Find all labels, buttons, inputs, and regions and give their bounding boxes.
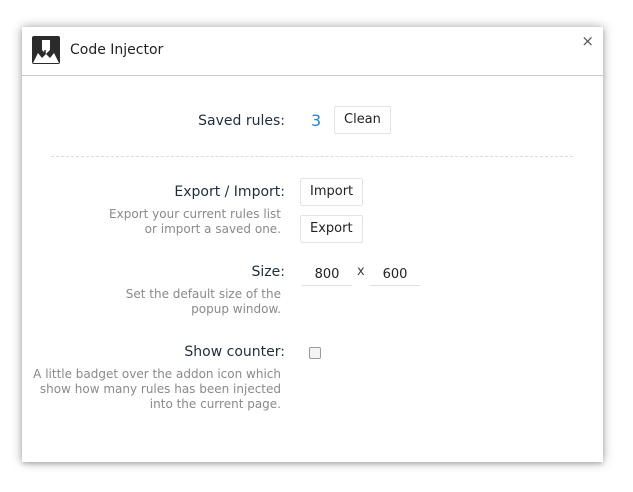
size-help: Set the default size of the popup window… bbox=[126, 287, 281, 317]
saved-rules-label: Saved rules: bbox=[198, 113, 285, 129]
section-divider bbox=[51, 156, 573, 157]
code-injector-logo-icon bbox=[32, 36, 60, 64]
size-separator: x bbox=[357, 264, 365, 279]
show-counter-help-line: show how many rules has been injected bbox=[39, 382, 281, 396]
settings-dialog: Code Injector × Saved rules: 3 Clean Exp… bbox=[22, 27, 603, 462]
show-counter-help-line: A little badget over the addon icon whic… bbox=[33, 367, 281, 381]
export-import-label: Export / Import: bbox=[174, 184, 285, 200]
import-button[interactable]: Import bbox=[300, 178, 364, 206]
export-import-help: Export your current rules list or import… bbox=[109, 207, 281, 237]
saved-rules-count: 3 bbox=[311, 111, 322, 130]
height-input[interactable] bbox=[370, 264, 420, 286]
dialog-header: Code Injector × bbox=[22, 27, 603, 76]
export-button[interactable]: Export bbox=[300, 215, 363, 243]
show-counter-label: Show counter: bbox=[184, 344, 285, 360]
export-import-help-line: Export your current rules list bbox=[109, 207, 281, 221]
show-counter-checkbox[interactable] bbox=[309, 347, 321, 359]
dialog-title: Code Injector bbox=[70, 42, 164, 58]
show-counter-help-line: into the current page. bbox=[149, 397, 281, 411]
size-help-line: Set the default size of the bbox=[125, 287, 281, 301]
export-import-help-line: or import a saved one. bbox=[144, 222, 281, 236]
show-counter-help: A little badget over the addon icon whic… bbox=[33, 367, 281, 412]
width-input[interactable] bbox=[302, 264, 352, 286]
size-help-line: popup window. bbox=[191, 302, 281, 316]
size-label: Size: bbox=[251, 264, 285, 280]
clean-button[interactable]: Clean bbox=[334, 106, 391, 134]
close-icon[interactable]: × bbox=[581, 32, 594, 50]
